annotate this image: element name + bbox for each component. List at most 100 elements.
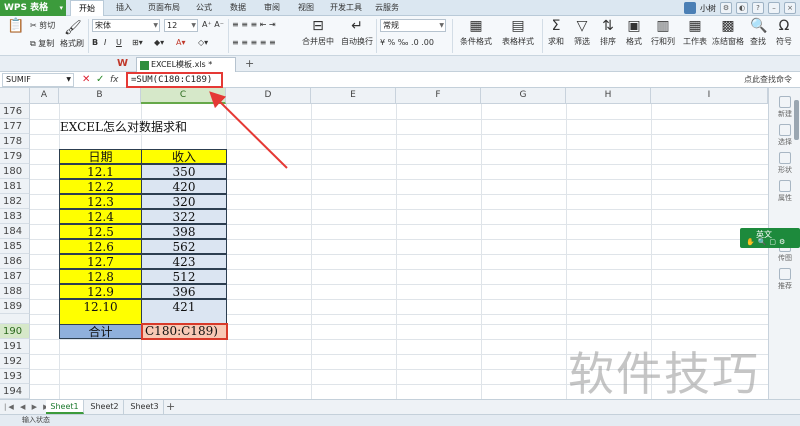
row-col-button[interactable]: ▥ 行和列 <box>648 18 678 47</box>
wps-doc-icon[interactable]: W <box>117 58 129 70</box>
income-cell[interactable]: 421 <box>141 299 227 315</box>
row-header[interactable]: 185 <box>0 239 30 254</box>
active-total-cell[interactable]: C180:C189) <box>141 323 228 340</box>
worksheet-button[interactable]: ▦ 工作表 <box>680 18 710 47</box>
column-header[interactable]: D <box>226 88 311 104</box>
sheet-tab-1[interactable]: Sheet1 <box>46 400 84 414</box>
tab-formulas[interactable]: 公式 <box>190 0 218 16</box>
username[interactable]: 小树 <box>700 3 716 14</box>
font-family-select[interactable]: 宋体 ▼ <box>92 19 160 32</box>
row-header[interactable]: 194 <box>0 384 30 399</box>
row-header[interactable]: 179 <box>0 149 30 164</box>
column-header[interactable]: I <box>651 88 768 104</box>
merge-center-button[interactable]: ⊟ 合并居中 <box>298 18 338 47</box>
copy-button[interactable]: ⧉ 复制 <box>30 38 54 49</box>
filter-button[interactable]: ▽ 筛选 <box>570 18 594 47</box>
tab-data[interactable]: 数据 <box>224 0 252 16</box>
ime-toolbar[interactable]: 英文 ✋🔍▢⚙ <box>740 228 800 248</box>
income-cell[interactable]: 420 <box>141 179 227 194</box>
clear-format-button[interactable]: ◇▾ <box>198 38 208 47</box>
file-tab[interactable]: EXCEL模板.xls * <box>136 57 236 72</box>
date-cell[interactable]: 12.6 <box>59 239 142 254</box>
row-header[interactable]: 176 <box>0 104 30 119</box>
format-painter-button[interactable]: 🖌 格式刷 <box>58 20 86 49</box>
align-left-buttons[interactable]: ≡ ≡ ≡ ≡ ≡ <box>232 38 276 47</box>
name-box[interactable]: SUMIF ▼ <box>2 73 74 87</box>
total-label-cell[interactable]: 合计 <box>59 324 142 339</box>
date-cell[interactable]: 12.7 <box>59 254 142 269</box>
row-header[interactable]: 182 <box>0 194 30 209</box>
settings-icon[interactable]: ⚙ <box>720 2 732 14</box>
number-format-buttons[interactable]: ¥ % ‰ .0 .00 <box>380 38 434 47</box>
table-style-button[interactable]: ▤ 表格样式 <box>498 18 538 47</box>
tab-insert[interactable]: 插入 <box>110 0 138 16</box>
help-icon[interactable]: ? <box>752 2 764 14</box>
income-cell[interactable]: 512 <box>141 269 227 284</box>
wrap-text-button[interactable]: ↵ 自动换行 <box>340 18 374 47</box>
date-cell[interactable]: 12.1 <box>59 164 142 179</box>
income-cell[interactable]: 322 <box>141 209 227 224</box>
sort-button[interactable]: ⇅ 排序 <box>596 18 620 47</box>
bold-button[interactable]: B <box>92 38 98 47</box>
row-header[interactable]: 184 <box>0 224 30 239</box>
check-icon[interactable]: ✓ <box>96 73 104 87</box>
row-header[interactable]: 178 <box>0 134 30 149</box>
italic-button[interactable]: I <box>104 38 106 47</box>
command-search[interactable]: 点此查找命令 <box>744 74 792 85</box>
tab-page-layout[interactable]: 页面布局 <box>142 0 186 16</box>
date-cell[interactable]: 12.3 <box>59 194 142 209</box>
font-size-select[interactable]: 12 ▼ <box>164 19 198 32</box>
row-header[interactable]: 191 <box>0 339 30 354</box>
income-cell[interactable]: 423 <box>141 254 227 269</box>
font-grow-button[interactable]: A⁺ A⁻ <box>202 20 224 29</box>
side-item-recommend[interactable]: 推荐 <box>769 268 800 291</box>
align-top-buttons[interactable]: ≡ ≡ ≡ ⇤ ⇥ <box>232 20 276 29</box>
column-header[interactable]: C <box>141 88 226 104</box>
vertical-scrollbar-thumb[interactable] <box>794 100 799 140</box>
new-tab-button[interactable]: + <box>245 57 254 71</box>
wps-app-menu[interactable]: WPS 表格 ▾ <box>0 0 66 16</box>
tab-review[interactable]: 审阅 <box>258 0 286 16</box>
freeze-panes-button[interactable]: ▩ 冻结窗格 <box>712 18 744 47</box>
border-button[interactable]: ⊞▾ <box>132 38 143 47</box>
row-header[interactable]: 177 <box>0 119 30 134</box>
date-cell[interactable]: 12.9 <box>59 284 142 299</box>
find-button[interactable]: 🔍 查找 <box>746 18 770 47</box>
date-cell[interactable]: 12.10 <box>59 299 142 315</box>
fill-color-button[interactable]: ◆▾ <box>154 38 164 47</box>
row-header[interactable]: 189 <box>0 299 30 314</box>
formula-input[interactable]: =SUM(C180:C189) <box>126 72 223 88</box>
row-header[interactable]: 193 <box>0 369 30 384</box>
header-cell-date[interactable]: 日期 <box>59 149 142 164</box>
tab-developer[interactable]: 开发工具 <box>326 0 366 16</box>
row-header[interactable]: 181 <box>0 179 30 194</box>
row-header[interactable]: 186 <box>0 254 30 269</box>
format-button[interactable]: ▣ 格式 <box>622 18 646 47</box>
date-cell[interactable]: 12.4 <box>59 209 142 224</box>
income-cell[interactable]: 562 <box>141 239 227 254</box>
row-header[interactable]: 190 <box>0 324 30 339</box>
column-header[interactable]: F <box>396 88 481 104</box>
select-all-corner[interactable] <box>0 88 30 104</box>
income-cell[interactable]: 320 <box>141 194 227 209</box>
header-cell-income[interactable]: 收入 <box>141 149 227 164</box>
font-color-button[interactable]: A▾ <box>176 38 186 47</box>
column-header[interactable]: G <box>481 88 566 104</box>
row-header[interactable]: 180 <box>0 164 30 179</box>
spreadsheet-grid[interactable]: A B C D E F G H I 176 177 178 179 180 18… <box>0 88 768 399</box>
paste-button[interactable]: 📋 <box>4 18 26 36</box>
symbol-button[interactable]: Ω 符号 <box>772 18 796 47</box>
date-cell[interactable]: 12.8 <box>59 269 142 284</box>
column-header[interactable]: E <box>311 88 396 104</box>
underline-button[interactable]: U <box>116 38 122 47</box>
tab-home[interactable]: 开始 <box>70 0 104 16</box>
income-cell[interactable]: 396 <box>141 284 227 299</box>
cut-button[interactable]: ✂ 剪切 <box>30 20 55 31</box>
column-header[interactable]: H <box>566 88 651 104</box>
income-cell[interactable]: 350 <box>141 164 227 179</box>
column-header[interactable]: A <box>30 88 59 104</box>
tab-view[interactable]: 视图 <box>292 0 320 16</box>
sheet-title-cell[interactable]: EXCEL怎么对数据求和 <box>60 120 187 135</box>
income-cell[interactable]: 398 <box>141 224 227 239</box>
conditional-format-button[interactable]: ▦ 条件格式 <box>456 18 496 47</box>
